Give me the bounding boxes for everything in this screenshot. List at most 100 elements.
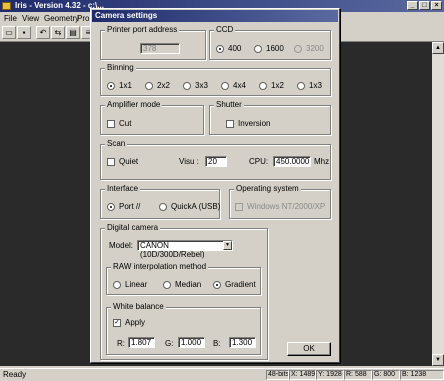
save-icon[interactable]: ▪ <box>17 26 31 39</box>
inversion-checkbox[interactable]: Inversion <box>226 119 270 128</box>
apply-label: Apply <box>125 318 146 327</box>
digital-camera-legend: Digital camera <box>105 223 161 232</box>
apply-checkbox[interactable]: ✓ Apply <box>113 318 145 327</box>
menu-file[interactable]: File <box>4 14 17 23</box>
camera-settings-dialog: Camera settings Printer port address 378… <box>90 8 340 363</box>
radio-icon <box>213 280 221 289</box>
raw-group: RAW interpolation method Linear Median G… <box>106 262 261 295</box>
ccd-400-radio[interactable]: 400 <box>216 44 241 53</box>
binning-3x3-radio[interactable]: 3x3 <box>183 81 208 90</box>
chevron-down-icon[interactable]: ▼ <box>223 241 232 250</box>
menu-view[interactable]: View <box>22 14 39 23</box>
checkmark-icon: ✓ <box>113 318 121 327</box>
wb-r-label: R: <box>117 339 125 348</box>
radio-icon <box>254 44 262 53</box>
visu-input[interactable]: 20 <box>205 156 227 167</box>
radio-icon <box>294 44 302 53</box>
raw-linear-radio[interactable]: Linear <box>113 280 147 289</box>
radio-icon <box>216 44 224 53</box>
ccd-legend: CCD <box>214 25 236 34</box>
maximize-icon[interactable]: □ <box>419 1 430 10</box>
scroll-down-icon[interactable]: ▼ <box>432 354 444 366</box>
radio-icon <box>159 202 167 211</box>
printer-port-group: Printer port address 378 <box>100 25 206 60</box>
layers-icon[interactable]: ▤ <box>66 26 80 39</box>
status-r: R: 588 <box>344 370 372 380</box>
cut-label: Cut <box>119 119 132 128</box>
binning-legend: Binning <box>105 63 136 72</box>
model-select[interactable]: CANON (10D/300D/Rebel) ▼ <box>137 240 233 259</box>
status-y: Y: 1928 <box>316 370 344 380</box>
raw-gradient-label: Gradient <box>225 280 256 289</box>
binning-1x3-radio[interactable]: 1x3 <box>297 81 322 90</box>
checkbox-icon <box>107 157 115 166</box>
quiet-checkbox[interactable]: Quiet <box>107 157 138 166</box>
menu-processing[interactable]: Pro <box>77 14 89 23</box>
shutter-legend: Shutter <box>214 100 244 109</box>
ccd-1600-radio[interactable]: 1600 <box>254 44 284 53</box>
radio-icon <box>259 81 267 90</box>
radio-icon <box>145 81 153 90</box>
binning-2x2-label: 2x2 <box>157 81 170 90</box>
ccd-1600-label: 1600 <box>266 44 284 53</box>
binning-1x2-label: 1x2 <box>271 81 284 90</box>
undo-icon[interactable]: ↶ <box>36 26 50 39</box>
wb-r-input[interactable]: 1.807 <box>128 337 155 348</box>
interface-usb-radio[interactable]: QuickA (USB) <box>159 202 220 211</box>
cpu-input[interactable]: 450.0000 <box>273 156 311 167</box>
folder-open-icon[interactable]: ▭ <box>2 26 16 39</box>
model-label: Model: <box>109 241 134 250</box>
wb-g-label: G: <box>165 339 174 348</box>
binning-1x1-label: 1x1 <box>119 81 132 90</box>
printer-port-input[interactable]: 378 <box>140 43 180 54</box>
wb-g-input[interactable]: 1.000 <box>178 337 205 348</box>
checkbox-icon <box>107 119 115 128</box>
app-icon <box>2 2 11 10</box>
cut-checkbox[interactable]: Cut <box>107 119 131 128</box>
minimize-icon[interactable]: _ <box>407 1 418 10</box>
vertical-scrollbar[interactable]: ▲ ▼ <box>432 42 444 366</box>
binning-1x2-radio[interactable]: 1x2 <box>259 81 284 90</box>
radio-icon <box>113 280 121 289</box>
status-bits: 48-bits <box>266 370 289 380</box>
model-value: CANON (10D/300D/Rebel) <box>140 241 205 259</box>
os-checkbox[interactable]: Windows NT/2000/XP <box>235 202 325 211</box>
binning-1x1-radio[interactable]: 1x1 <box>107 81 132 90</box>
scroll-up-icon[interactable]: ▲ <box>432 42 444 54</box>
raw-legend: RAW interpolation method <box>111 262 209 271</box>
scan-group: Scan Quiet Visu : 20 CPU: 450.0000 Mhz <box>100 139 331 180</box>
ccd-3200-radio[interactable]: 3200 <box>294 44 324 53</box>
statusbar: Ready 48-bits X: 1489 Y: 1928 R: 588 G: … <box>0 368 444 381</box>
ok-button[interactable]: OK <box>287 342 331 356</box>
checkbox-icon <box>226 119 234 128</box>
wb-b-input[interactable]: 1.300 <box>229 337 256 348</box>
binning-4x4-label: 4x4 <box>233 81 246 90</box>
scan-legend: Scan <box>105 139 128 148</box>
status-ready: Ready <box>3 370 27 379</box>
quiet-label: Quiet <box>119 157 139 166</box>
close-icon[interactable]: × <box>431 1 442 10</box>
raw-gradient-radio[interactable]: Gradient <box>213 280 256 289</box>
menu-geometry[interactable]: Geometry <box>44 14 79 23</box>
shutter-group: Shutter Inversion <box>209 100 331 135</box>
ccd-3200-label: 3200 <box>306 44 324 53</box>
binning-4x4-radio[interactable]: 4x4 <box>221 81 246 90</box>
binning-group: Binning 1x1 2x2 3x3 4x4 1x2 1x3 <box>100 63 331 96</box>
cpu-unit: Mhz <box>314 157 330 166</box>
raw-median-radio[interactable]: Median <box>163 280 201 289</box>
redo-icon[interactable]: ⇆ <box>51 26 65 39</box>
radio-icon <box>107 81 115 90</box>
binning-2x2-radio[interactable]: 2x2 <box>145 81 170 90</box>
raw-median-label: Median <box>175 280 202 289</box>
status-g: G: 800 <box>372 370 400 380</box>
interface-group: Interface Port // QuickA (USB) <box>100 184 220 219</box>
inversion-label: Inversion <box>238 119 271 128</box>
amplifier-group: Amplifier mode Cut <box>100 100 204 135</box>
interface-usb-label: QuickA (USB) <box>171 202 221 211</box>
cpu-label: CPU: <box>249 157 269 166</box>
white-balance-legend: White balance <box>111 302 166 311</box>
digital-camera-group: Digital camera Model: CANON (10D/300D/Re… <box>100 223 268 360</box>
ccd-400-label: 400 <box>228 44 242 53</box>
radio-icon <box>221 81 229 90</box>
interface-port-radio[interactable]: Port // <box>107 202 140 211</box>
